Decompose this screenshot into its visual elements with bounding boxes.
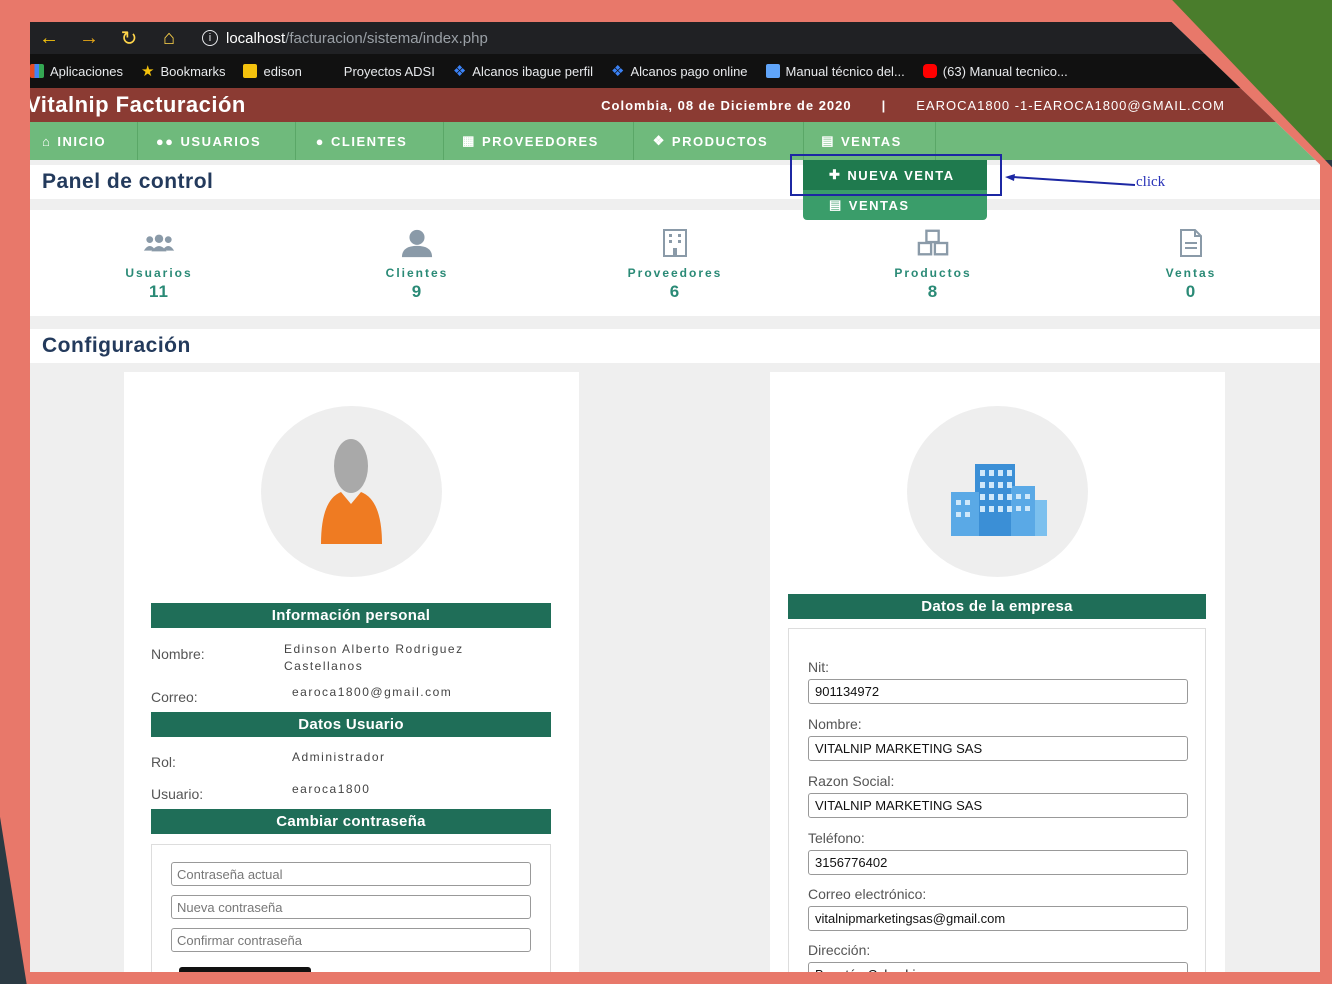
url-path: /facturacion/sistema/index.php	[285, 29, 488, 47]
home-icon[interactable]: ⌂	[158, 27, 180, 49]
username-label: Usuario:	[151, 786, 204, 802]
email-label: Correo:	[151, 689, 198, 705]
company-form: Nit: 901134972 Nombre: VITALNIP MARKETIN…	[788, 628, 1206, 972]
address-label: Dirección:	[808, 942, 871, 958]
config-title: Configuración	[30, 329, 1320, 363]
name-label: Nombre:	[151, 646, 205, 662]
flame-icon: ❖	[611, 63, 625, 80]
menu-item-clientes[interactable]: ● CLIENTES	[296, 122, 444, 160]
star-icon: ★	[141, 63, 155, 80]
menu-item-productos[interactable]: ❖ PRODUCTOS	[634, 122, 804, 160]
bookmark-item[interactable]: Manual técnico del...	[765, 64, 905, 79]
building-icon: ▦	[462, 133, 476, 148]
new-password-input[interactable]: Nueva contraseña	[171, 895, 531, 919]
cubes-icon	[917, 228, 949, 258]
stat-ventas[interactable]: Ventas 0	[1062, 210, 1320, 316]
back-arrow-icon[interactable]: ←	[38, 27, 60, 49]
bookmark-item[interactable]: ❖ Alcanos pago online	[611, 62, 748, 80]
forward-arrow-icon[interactable]: →	[78, 27, 100, 49]
users-icon	[143, 228, 175, 258]
app-header: Vitalnip Facturación Colombia, 08 de Dic…	[30, 88, 1320, 122]
social-reason-label: Razon Social:	[808, 773, 895, 789]
nit-label: Nit:	[808, 659, 829, 675]
confirm-password-input[interactable]: Confirmar contraseña	[171, 928, 531, 952]
email-value: earoca1800@gmail.com	[292, 685, 453, 699]
user-avatar	[261, 406, 442, 577]
company-avatar	[907, 406, 1088, 577]
address-input[interactable]: Bogotá - Colombia	[808, 962, 1188, 972]
personal-info-header: Información personal	[151, 603, 551, 628]
building-icon	[659, 228, 691, 258]
url-host: localhost	[226, 29, 286, 47]
users-icon: ●●	[155, 133, 175, 149]
change-password-header: Cambiar contraseña	[151, 809, 551, 834]
menu-item-usuarios[interactable]: ●● USUARIOS	[138, 122, 296, 160]
social-reason-input[interactable]: VITALNIP MARKETING SAS	[808, 793, 1188, 818]
app-title: Vitalnip Facturación	[30, 92, 246, 117]
role-value: Administrador	[292, 750, 386, 764]
browser-screen: ← → ↻ ⌂ i localhost/facturacion/sistema/…	[30, 22, 1320, 972]
annotation-highlight-box	[790, 154, 1002, 196]
file-icon: ▤	[821, 133, 836, 148]
menu-item-proveedores[interactable]: ▦ PROVEEDORES	[444, 122, 634, 160]
company-card: Datos de la empresa Nit: 901134972 Nombr…	[770, 372, 1225, 972]
user-data-header: Datos Usuario	[151, 712, 551, 737]
flame-icon: ❖	[452, 63, 467, 80]
nit-input[interactable]: 901134972	[808, 679, 1188, 704]
info-icon[interactable]: i	[202, 30, 218, 46]
phone-input[interactable]: 3156776402	[808, 850, 1188, 875]
home-icon: ⌂	[42, 133, 52, 149]
bookmark-item[interactable]: ★ Bookmarks	[141, 62, 225, 80]
role-label: Rol:	[151, 754, 176, 770]
stat-usuarios[interactable]: Usuarios 11	[30, 210, 288, 316]
company-name-label: Nombre:	[808, 716, 862, 732]
annotation-click-label: click	[1136, 174, 1166, 190]
bookmark-item[interactable]: Aplicaciones	[30, 64, 123, 79]
header-date: Colombia, 08 de Diciembre de 2020	[601, 97, 852, 113]
change-password-button[interactable]	[179, 967, 311, 972]
menu-item-inicio[interactable]: ⌂ INICIO	[30, 122, 138, 160]
change-password-form: Contraseña actual Nueva contraseña Confi…	[151, 844, 551, 972]
reload-icon[interactable]: ↻	[118, 27, 140, 50]
browser-toolbar: ← → ↻ ⌂ i localhost/facturacion/sistema/…	[30, 22, 1320, 54]
user-icon: ●	[315, 133, 326, 149]
company-email-input[interactable]: vitalnipmarketingsas@gmail.com	[808, 906, 1188, 931]
bookmark-item[interactable]: edison	[243, 64, 302, 79]
phone-label: Teléfono:	[808, 830, 865, 846]
header-info: Colombia, 08 de Diciembre de 2020 | EARO…	[601, 98, 1225, 113]
name-value: Edinson Alberto Rodriguez Castellanos	[284, 642, 464, 673]
header-user: EAROCA1800 -1-EAROCA1800@GMAIL.COM	[916, 97, 1225, 113]
address-bar[interactable]: i localhost/facturacion/sistema/index.ph…	[202, 30, 488, 47]
file-icon	[1175, 228, 1207, 258]
apps-grid-icon	[30, 64, 44, 78]
bookmark-item[interactable]: Proyectos ADSI	[344, 64, 435, 79]
header-separator: |	[881, 97, 887, 113]
main-menu: ⌂ INICIO ●● USUARIOS ● CLIENTES ▦ PROVEEDORE…	[30, 122, 1320, 160]
bookmarks-bar: Aplicaciones ★ Bookmarks edison Proyectos…	[30, 54, 1320, 88]
stats-row: Usuarios 11 Clientes 9 Proveedores 6 Pro…	[30, 210, 1320, 316]
buildings-icon	[951, 464, 1047, 536]
bookmark-item[interactable]: ❖ Alcanos ibague perfil	[453, 62, 593, 80]
current-password-input[interactable]: Contraseña actual	[171, 862, 531, 886]
user-card: Información personal Nombre: Edinson Alb…	[124, 372, 579, 972]
company-data-header: Datos de la empresa	[788, 594, 1206, 619]
doc-icon	[765, 64, 780, 78]
annotation-arrow-icon	[1005, 174, 1135, 186]
stat-productos[interactable]: Productos 8	[804, 210, 1062, 316]
list-icon: ▤	[829, 197, 843, 212]
username-value: earoca1800	[292, 782, 371, 796]
cubes-icon: ❖	[652, 133, 666, 148]
user-silhouette-icon	[321, 439, 382, 544]
bookmark-item[interactable]: (63) Manual tecnico...	[922, 64, 1068, 79]
stat-clientes[interactable]: Clientes 9	[288, 210, 546, 316]
folder-icon	[243, 64, 258, 78]
user-icon	[401, 228, 433, 258]
company-name-input[interactable]: VITALNIP MARKETING SAS	[808, 736, 1188, 761]
stat-proveedores[interactable]: Proveedores 6	[546, 210, 804, 316]
company-email-label: Correo electrónico:	[808, 886, 927, 902]
youtube-icon	[922, 64, 937, 78]
